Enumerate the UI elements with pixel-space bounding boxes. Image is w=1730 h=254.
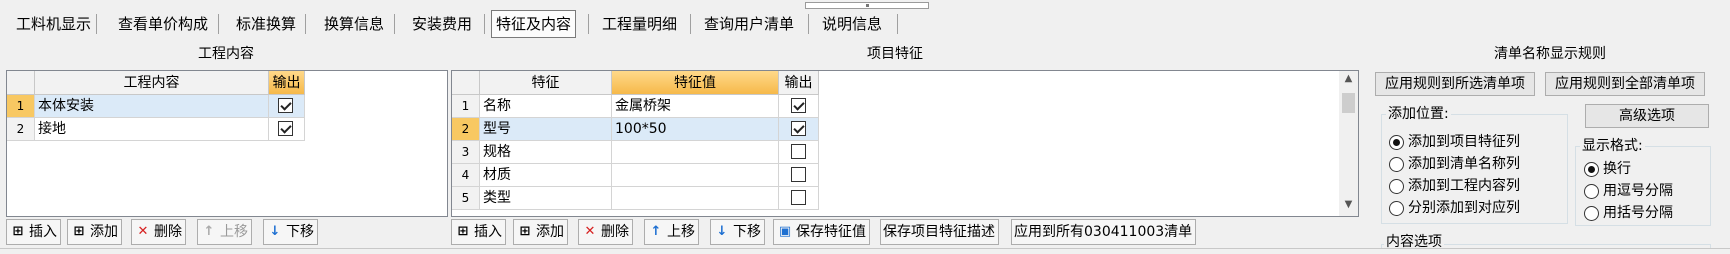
table-cell-feature[interactable]: 材质 <box>480 164 612 187</box>
table-cell-output[interactable] <box>779 187 819 210</box>
apply-all-button[interactable]: 应用规则到全部清单项 <box>1545 72 1705 96</box>
table-cell-output[interactable] <box>779 118 819 141</box>
output-checkbox[interactable] <box>791 121 806 136</box>
row-number[interactable]: 3 <box>452 141 480 164</box>
tab-unit-price[interactable]: 查看单价构成 <box>114 10 212 38</box>
tab-install-fee[interactable]: 安装费用 <box>408 10 476 38</box>
table-cell-output[interactable] <box>779 164 819 187</box>
table-cell-feature[interactable]: 名称 <box>480 95 612 118</box>
table-cell-feature[interactable]: 类型 <box>480 187 612 210</box>
output-checkbox[interactable] <box>278 121 293 136</box>
table-cell-feature-value[interactable]: 100*50 <box>612 118 779 141</box>
table-cell-feature-value[interactable] <box>612 141 779 164</box>
row-number[interactable]: 1 <box>7 95 35 118</box>
row-number[interactable]: 2 <box>452 118 480 141</box>
output-checkbox[interactable] <box>791 190 806 205</box>
output-checkbox[interactable] <box>791 144 806 159</box>
table-cell-content[interactable]: 接地 <box>35 118 269 141</box>
row-number[interactable]: 4 <box>452 164 480 187</box>
status-bar <box>0 248 1730 254</box>
apply-all-list-button[interactable]: 应用到所有030411003清单 <box>1011 219 1197 245</box>
save-icon: ▣ <box>778 224 792 239</box>
move-up-button[interactable]: ↑ 上移 <box>197 219 252 245</box>
delete-button[interactable]: ✕ 删除 <box>131 219 186 245</box>
output-checkbox[interactable] <box>791 167 806 182</box>
apply-selected-button[interactable]: 应用规则到所选清单项 <box>1375 72 1535 96</box>
scroll-up-icon[interactable]: ▲ <box>1340 73 1357 84</box>
col-header-output[interactable]: 输出 <box>779 71 819 95</box>
radio-format-brackets[interactable]: 用括号分隔 <box>1584 202 1673 224</box>
item-features-title: 项目特征 <box>867 46 923 62</box>
delete-button[interactable]: ✕ 删除 <box>578 219 633 245</box>
arrow-down-icon: ↓ <box>269 224 281 239</box>
col-header-work-content[interactable]: 工程内容 <box>35 71 269 95</box>
delete-icon: ✕ <box>584 224 596 239</box>
scroll-down-icon[interactable]: ▼ <box>1340 199 1357 210</box>
arrow-down-icon: ↓ <box>716 224 728 239</box>
add-button[interactable]: ⊞ 添加 <box>513 219 568 245</box>
arrow-up-icon: ↑ <box>650 224 662 239</box>
tab-features-content[interactable]: 特征及内容 <box>491 10 577 38</box>
move-down-button[interactable]: ↓ 下移 <box>263 219 318 245</box>
splitter-grip[interactable] <box>805 2 929 9</box>
insert-button[interactable]: ⊞ 插入 <box>451 219 506 245</box>
output-checkbox[interactable] <box>278 98 293 113</box>
item-features-table: 特征 特征值 输出 1 名称 金属桥架 2 型号 100*50 3 规格 4 材… <box>451 70 1359 217</box>
table-cell-feature-value[interactable] <box>612 187 779 210</box>
scroll-thumb[interactable] <box>1342 93 1355 113</box>
tab-query-user-list[interactable]: 查询用户清单 <box>700 10 798 38</box>
save-feature-desc-button[interactable]: 保存项目特征描述 <box>880 219 999 245</box>
delete-icon: ✕ <box>137 224 149 239</box>
table-cell-output[interactable] <box>269 95 305 118</box>
vertical-scrollbar[interactable]: ▲ ▼ <box>1339 71 1358 216</box>
add-row-icon: ⊞ <box>73 224 85 239</box>
move-up-button[interactable]: ↑ 上移 <box>644 219 699 245</box>
output-checkbox[interactable] <box>791 98 806 113</box>
table-cell-content[interactable]: 本体安装 <box>35 95 269 118</box>
arrow-up-icon: ↑ <box>203 224 215 239</box>
work-content-title: 工程内容 <box>198 46 254 62</box>
row-number[interactable]: 1 <box>452 95 480 118</box>
position-group-label: 添加位置: <box>1386 106 1451 122</box>
add-row-icon: ⊞ <box>519 224 531 239</box>
col-header-feature[interactable]: 特征 <box>480 71 612 95</box>
tab-conversion-info[interactable]: 换算信息 <box>320 10 388 38</box>
add-button[interactable]: ⊞ 添加 <box>67 219 122 245</box>
radio-format-comma[interactable]: 用逗号分隔 <box>1584 180 1673 202</box>
tab-bar: 工料机显示 查看单价构成 标准换算 换算信息 安装费用 特征及内容 工程量明细 … <box>0 0 1730 44</box>
radio-add-to-name-column[interactable]: 添加到清单名称列 <box>1389 153 1520 175</box>
table-cell-output[interactable] <box>779 141 819 164</box>
insert-row-icon: ⊞ <box>457 224 469 239</box>
table-cell-feature[interactable]: 型号 <box>480 118 612 141</box>
tab-material-machine[interactable]: 工料机显示 <box>12 10 95 38</box>
tab-description[interactable]: 说明信息 <box>818 10 886 38</box>
radio-add-to-content-column[interactable]: 添加到工程内容列 <box>1389 175 1520 197</box>
radio-format-newline[interactable]: 换行 <box>1584 158 1631 180</box>
advanced-options-button[interactable]: 高级选项 <box>1585 104 1709 128</box>
insert-row-icon: ⊞ <box>12 224 24 239</box>
table-cell-feature-value[interactable]: 金属桥架 <box>612 95 779 118</box>
save-feature-value-button[interactable]: ▣ 保存特征值 <box>773 219 870 245</box>
col-header-output[interactable]: 输出 <box>269 71 305 95</box>
table-cell-feature-value[interactable] <box>612 164 779 187</box>
work-content-table: 工程内容 输出 1 本体安装 2 接地 <box>6 70 448 217</box>
tab-standard-conversion[interactable]: 标准换算 <box>232 10 300 38</box>
table-cell-output[interactable] <box>779 95 819 118</box>
move-down-button[interactable]: ↓ 下移 <box>710 219 765 245</box>
col-header-feature-value[interactable]: 特征值 <box>612 71 779 95</box>
tab-quantity-detail[interactable]: 工程量明细 <box>598 10 681 38</box>
table-cell-output[interactable] <box>269 118 305 141</box>
row-number[interactable]: 2 <box>7 118 35 141</box>
radio-add-to-feature-column[interactable]: 添加到项目特征列 <box>1389 131 1520 153</box>
table-cell-feature[interactable]: 规格 <box>480 141 612 164</box>
insert-button[interactable]: ⊞ 插入 <box>6 219 61 245</box>
format-group-label: 显示格式: <box>1580 138 1645 154</box>
rules-title: 清单名称显示规则 <box>1494 46 1606 62</box>
row-number[interactable]: 5 <box>452 187 480 210</box>
radio-add-to-each-column[interactable]: 分别添加到对应列 <box>1389 197 1520 219</box>
